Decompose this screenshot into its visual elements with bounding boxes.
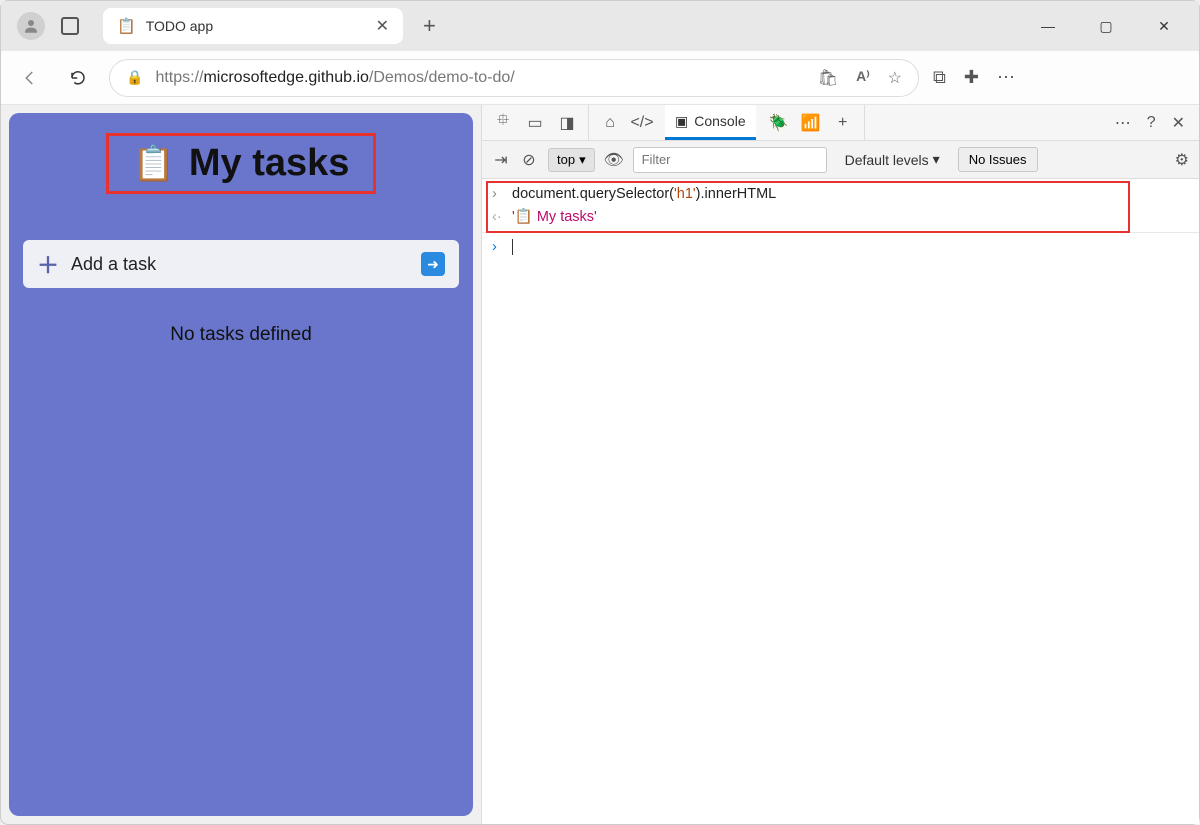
network-conditions-icon[interactable]: 📶 (802, 114, 820, 132)
address-bar-row: 🔒 https://microsoftedge.github.io/Demos/… (1, 51, 1199, 105)
clipboard-icon: 📋 (133, 144, 175, 184)
add-task-button[interactable]: ＋ Add a task ➜ (23, 240, 459, 288)
webpage-viewport: 📋 My tasks ＋ Add a task ➜ No tasks defin… (1, 105, 481, 824)
tab-close-icon[interactable]: ✕ (376, 16, 389, 36)
devtools-help-icon[interactable]: ? (1147, 114, 1156, 132)
add-task-label: Add a task (71, 254, 409, 275)
new-tab-button[interactable]: + (423, 13, 436, 39)
collections-icon[interactable]: ✚ (964, 67, 979, 88)
prompt-chevron-icon: › (492, 239, 504, 255)
elements-tab-icon[interactable]: </> (633, 114, 651, 132)
output-chevron-icon: ‹· (492, 209, 504, 225)
favorite-star-icon[interactable]: ☆ (888, 68, 902, 88)
shopping-icon[interactable]: 🛍 (818, 68, 838, 88)
issues-button[interactable]: No Issues (958, 147, 1038, 172)
page-title-text: My tasks (189, 142, 350, 185)
page-title: 📋 My tasks (133, 142, 350, 185)
plus-icon: ＋ (37, 248, 59, 280)
live-expression-eye-icon[interactable]: 👁 (605, 151, 623, 169)
tab-favicon-icon: 📋 (117, 17, 136, 35)
more-tabs-plus-icon[interactable]: + (834, 114, 852, 132)
browser-tab[interactable]: 📋 TODO app ✕ (103, 8, 403, 44)
console-sidebar-toggle-icon[interactable]: ⇥ (492, 151, 510, 169)
text-cursor (512, 239, 513, 255)
console-tab-label: Console (694, 113, 745, 129)
refresh-button[interactable] (61, 61, 95, 95)
url-text: https://microsoftedge.github.io/Demos/de… (155, 69, 805, 87)
log-levels-selector[interactable]: Default levels▾ (845, 151, 940, 168)
read-aloud-icon[interactable]: A⁾ (856, 68, 870, 88)
split-screen-icon[interactable]: ⧉ (933, 67, 946, 88)
devtools-tabstrip: ⯐ ▭ ◨ ⌂ </> ▣ Console 🪲 📶 + ⋯ ? ✕ (482, 105, 1199, 141)
window-minimize-icon[interactable]: — (1033, 18, 1063, 35)
submit-arrow-icon[interactable]: ➜ (421, 252, 445, 276)
console-output-line: ‹· '📋 My tasks' (482, 205, 1199, 228)
address-bar[interactable]: 🔒 https://microsoftedge.github.io/Demos/… (109, 59, 919, 97)
console-output-area[interactable]: › document.querySelector('h1').innerHTML… (482, 179, 1199, 824)
page-title-highlight: 📋 My tasks (106, 133, 377, 194)
device-toolbar-icon[interactable]: ▭ (526, 114, 544, 132)
profile-avatar-icon[interactable] (17, 12, 45, 40)
window-close-icon[interactable]: ✕ (1149, 18, 1179, 35)
console-toolbar: ⇥ ⊘ top▾ 👁 Default levels▾ No Issues ⚙ (482, 141, 1199, 179)
window-titlebar: 📋 TODO app ✕ + — ▢ ✕ (1, 1, 1199, 51)
execution-context-selector[interactable]: top▾ (548, 148, 595, 172)
inspect-element-icon[interactable]: ⯐ (494, 114, 512, 132)
more-menu-icon[interactable]: ⋯ (997, 67, 1015, 88)
console-prompt[interactable]: › (482, 232, 1199, 258)
issues-bug-icon[interactable]: 🪲 (770, 114, 788, 132)
site-info-lock-icon[interactable]: 🔒 (126, 69, 143, 86)
devtools-more-icon[interactable]: ⋯ (1115, 113, 1131, 133)
clear-console-icon[interactable]: ⊘ (520, 151, 538, 169)
devtools-panel: ⯐ ▭ ◨ ⌂ </> ▣ Console 🪲 📶 + ⋯ ? ✕ (481, 105, 1199, 824)
devtools-close-icon[interactable]: ✕ (1172, 113, 1185, 133)
no-tasks-text: No tasks defined (170, 324, 312, 346)
tab-title: TODO app (146, 18, 366, 34)
console-tab-icon: ▣ (675, 113, 688, 130)
console-settings-gear-icon[interactable]: ⚙ (1175, 150, 1189, 170)
welcome-tab-icon[interactable]: ⌂ (601, 114, 619, 132)
back-button[interactable] (13, 61, 47, 95)
console-filter-input[interactable] (633, 147, 827, 173)
console-tab[interactable]: ▣ Console (665, 105, 756, 140)
console-input-line: › document.querySelector('h1').innerHTML (482, 183, 1199, 205)
dock-side-icon[interactable]: ◨ (558, 114, 576, 132)
window-maximize-icon[interactable]: ▢ (1091, 18, 1121, 35)
tab-actions-icon[interactable] (61, 17, 79, 35)
input-chevron-icon: › (492, 186, 504, 202)
